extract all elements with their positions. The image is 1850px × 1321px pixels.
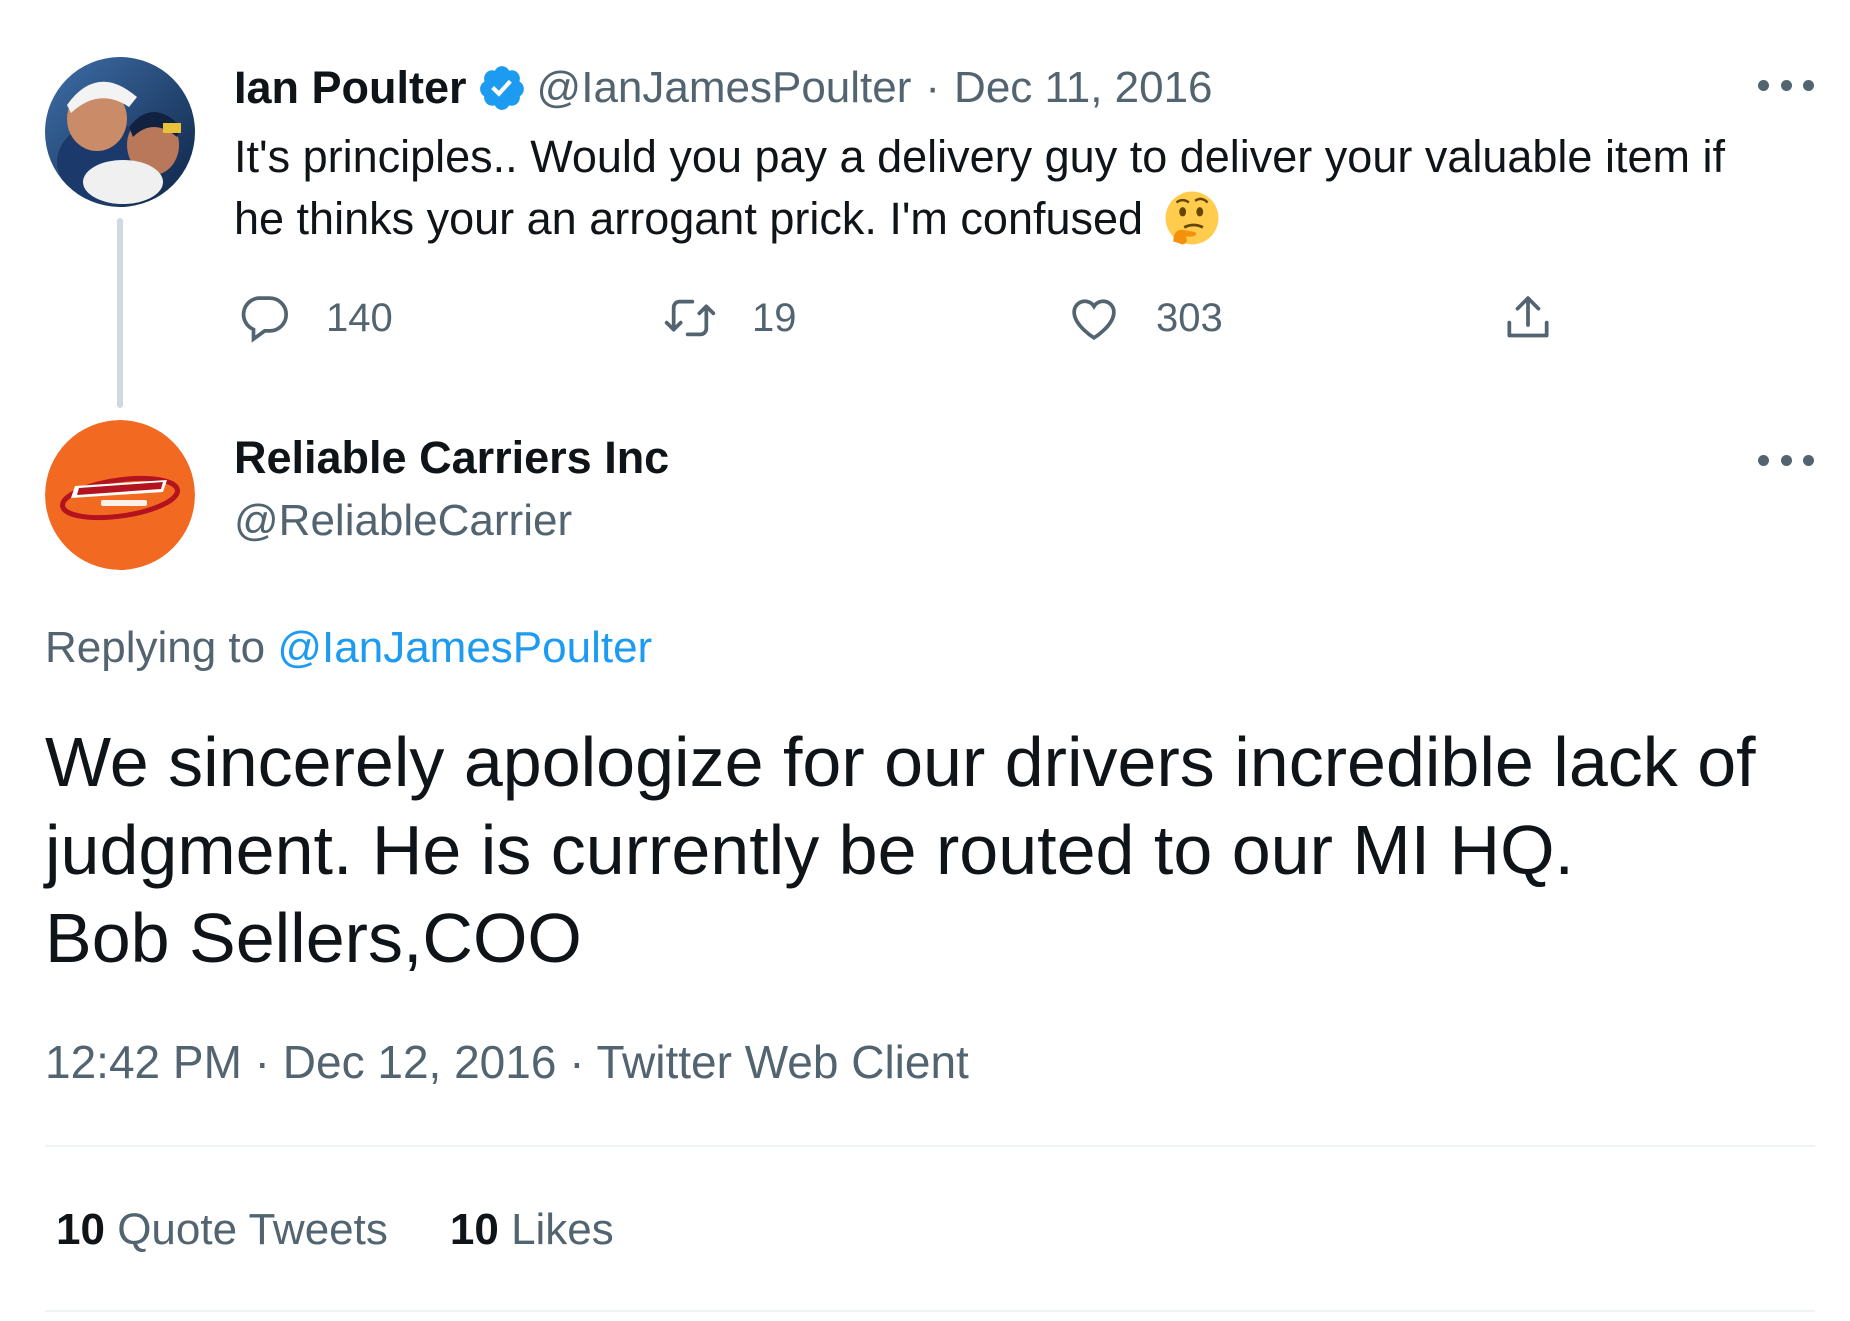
- reply-count: 140: [326, 295, 393, 340]
- parent-tweet-text: It's principles.. Would you pay a delive…: [234, 126, 1804, 250]
- reply-author-name[interactable]: Reliable Carriers Inc: [234, 432, 669, 484]
- thread-connector-line: [117, 218, 123, 408]
- quote-tweets-count: 10: [56, 1205, 105, 1254]
- retweet-count: 19: [752, 295, 797, 340]
- ian-poulter-avatar[interactable]: [45, 57, 195, 207]
- thinking-face-icon: [1165, 191, 1219, 245]
- like-button[interactable]: 303: [1066, 290, 1223, 346]
- parent-more-options-icon[interactable]: [1758, 75, 1814, 95]
- parent-author-handle[interactable]: @IanJamesPoulter: [537, 63, 912, 113]
- likes-label: Likes: [511, 1205, 614, 1254]
- parent-tweet-date[interactable]: Dec 11, 2016: [954, 63, 1212, 113]
- replying-to: Replying to @IanJamesPoulter: [45, 623, 652, 673]
- parent-text-line-1: It's principles.. Would you pay a delive…: [234, 131, 1725, 182]
- reply-tweet-text: We sincerely apologize for our drivers i…: [45, 718, 1825, 982]
- retweet-icon: [664, 299, 716, 337]
- retweet-button[interactable]: 19: [662, 290, 797, 346]
- reply-more-options-icon[interactable]: [1758, 450, 1814, 470]
- reply-author-handle[interactable]: @ReliableCarrier: [234, 496, 572, 546]
- replying-to-prefix: Replying to: [45, 623, 266, 672]
- like-count: 303: [1156, 295, 1223, 340]
- tweet-timestamp-source[interactable]: 12:42 PM · Dec 12, 2016 · Twitter Web Cl…: [45, 1035, 969, 1089]
- divider: [45, 1145, 1815, 1147]
- avatar-photo: [45, 57, 195, 207]
- replying-to-link[interactable]: @IanJamesPoulter: [277, 623, 652, 672]
- engagement-stats: 10 Quote Tweets 10 Likes: [56, 1205, 676, 1255]
- parent-text-line-2: he thinks your an arrogant prick. I'm co…: [234, 193, 1144, 244]
- divider: [45, 1310, 1815, 1312]
- quote-tweets-stat[interactable]: 10 Quote Tweets: [56, 1205, 388, 1255]
- reliable-carriers-avatar[interactable]: [45, 420, 195, 570]
- reply-text-line-3: Bob Sellers,COO: [45, 899, 582, 977]
- share-icon: [1507, 296, 1549, 338]
- reply-text-line-1: We sincerely apologize for our drivers i…: [45, 723, 1756, 801]
- likes-count: 10: [449, 1205, 499, 1254]
- parent-tweet-header: Ian Poulter @IanJamesPoulter · Dec 11, 2…: [234, 60, 1213, 116]
- heart-icon: [1072, 299, 1116, 341]
- share-button[interactable]: [1500, 290, 1590, 346]
- reply-icon: [241, 296, 289, 343]
- reliable-carriers-logo: [45, 420, 195, 570]
- quote-tweets-label: Quote Tweets: [117, 1205, 388, 1254]
- verified-badge-icon: [479, 66, 524, 110]
- reply-text-line-2: judgment. He is currently be routed to o…: [45, 811, 1574, 889]
- reply-button[interactable]: 140: [236, 290, 393, 346]
- header-separator: ·: [925, 63, 941, 112]
- parent-author-name[interactable]: Ian Poulter: [234, 62, 467, 114]
- likes-stat[interactable]: 10 Likes: [450, 1205, 614, 1255]
